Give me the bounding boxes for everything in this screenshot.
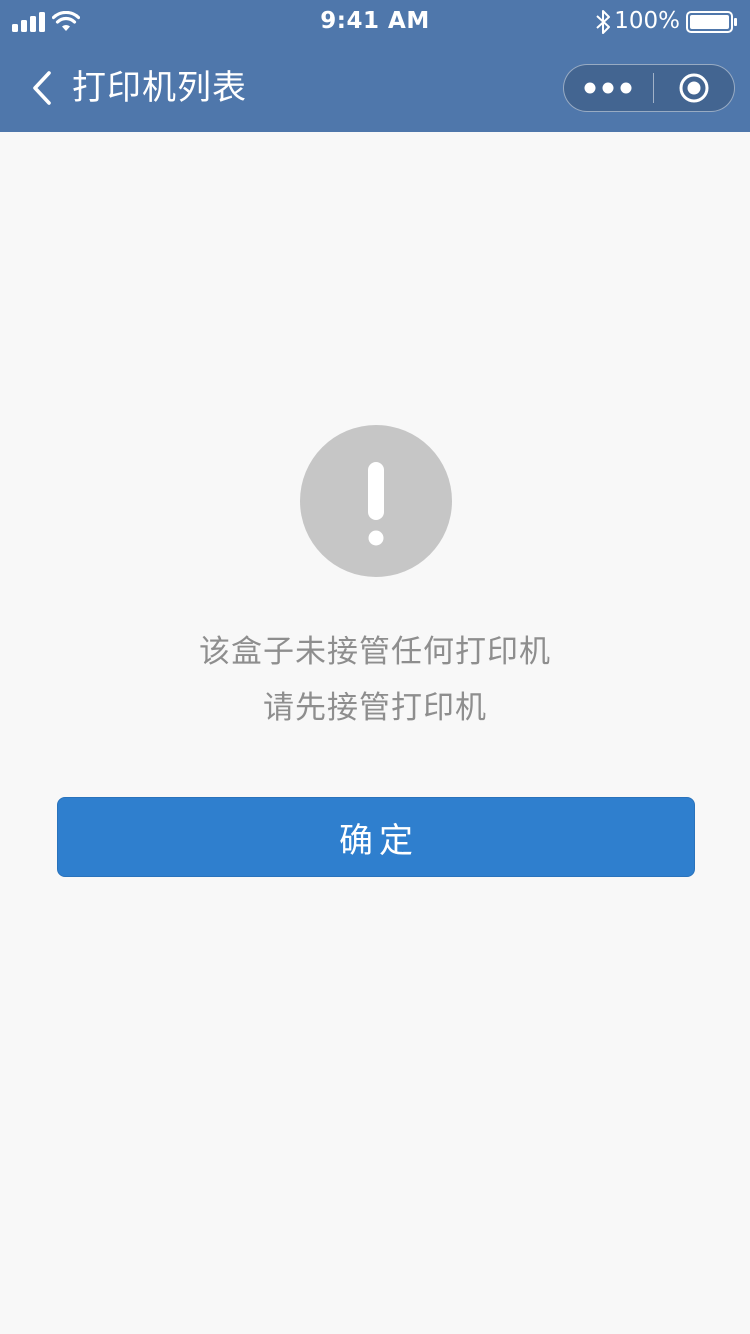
close-target-icon bbox=[679, 73, 709, 103]
back-button[interactable] bbox=[22, 64, 62, 112]
mini-program-capsule bbox=[563, 64, 735, 112]
more-dots-icon bbox=[584, 82, 632, 94]
empty-hint: 请先接管打印机 bbox=[263, 690, 487, 726]
battery-icon bbox=[686, 11, 737, 33]
exclamation-icon bbox=[368, 462, 384, 546]
chevron-left-icon bbox=[33, 71, 51, 105]
header: 9:41 AM 100% 打印机列表 bbox=[0, 0, 750, 132]
empty-message: 该盒子未接管任何打印机 bbox=[199, 634, 551, 670]
bluetooth-icon bbox=[596, 10, 610, 34]
battery-percentage: 100% bbox=[614, 8, 680, 34]
more-button[interactable] bbox=[564, 65, 652, 111]
warning-icon-circle bbox=[300, 425, 452, 577]
page-title: 打印机列表 bbox=[72, 68, 247, 108]
status-bar: 9:41 AM 100% bbox=[0, 0, 750, 44]
nav-bar: 打印机列表 bbox=[0, 44, 750, 132]
close-button[interactable] bbox=[654, 65, 734, 111]
confirm-button[interactable]: 确定 bbox=[57, 797, 695, 877]
